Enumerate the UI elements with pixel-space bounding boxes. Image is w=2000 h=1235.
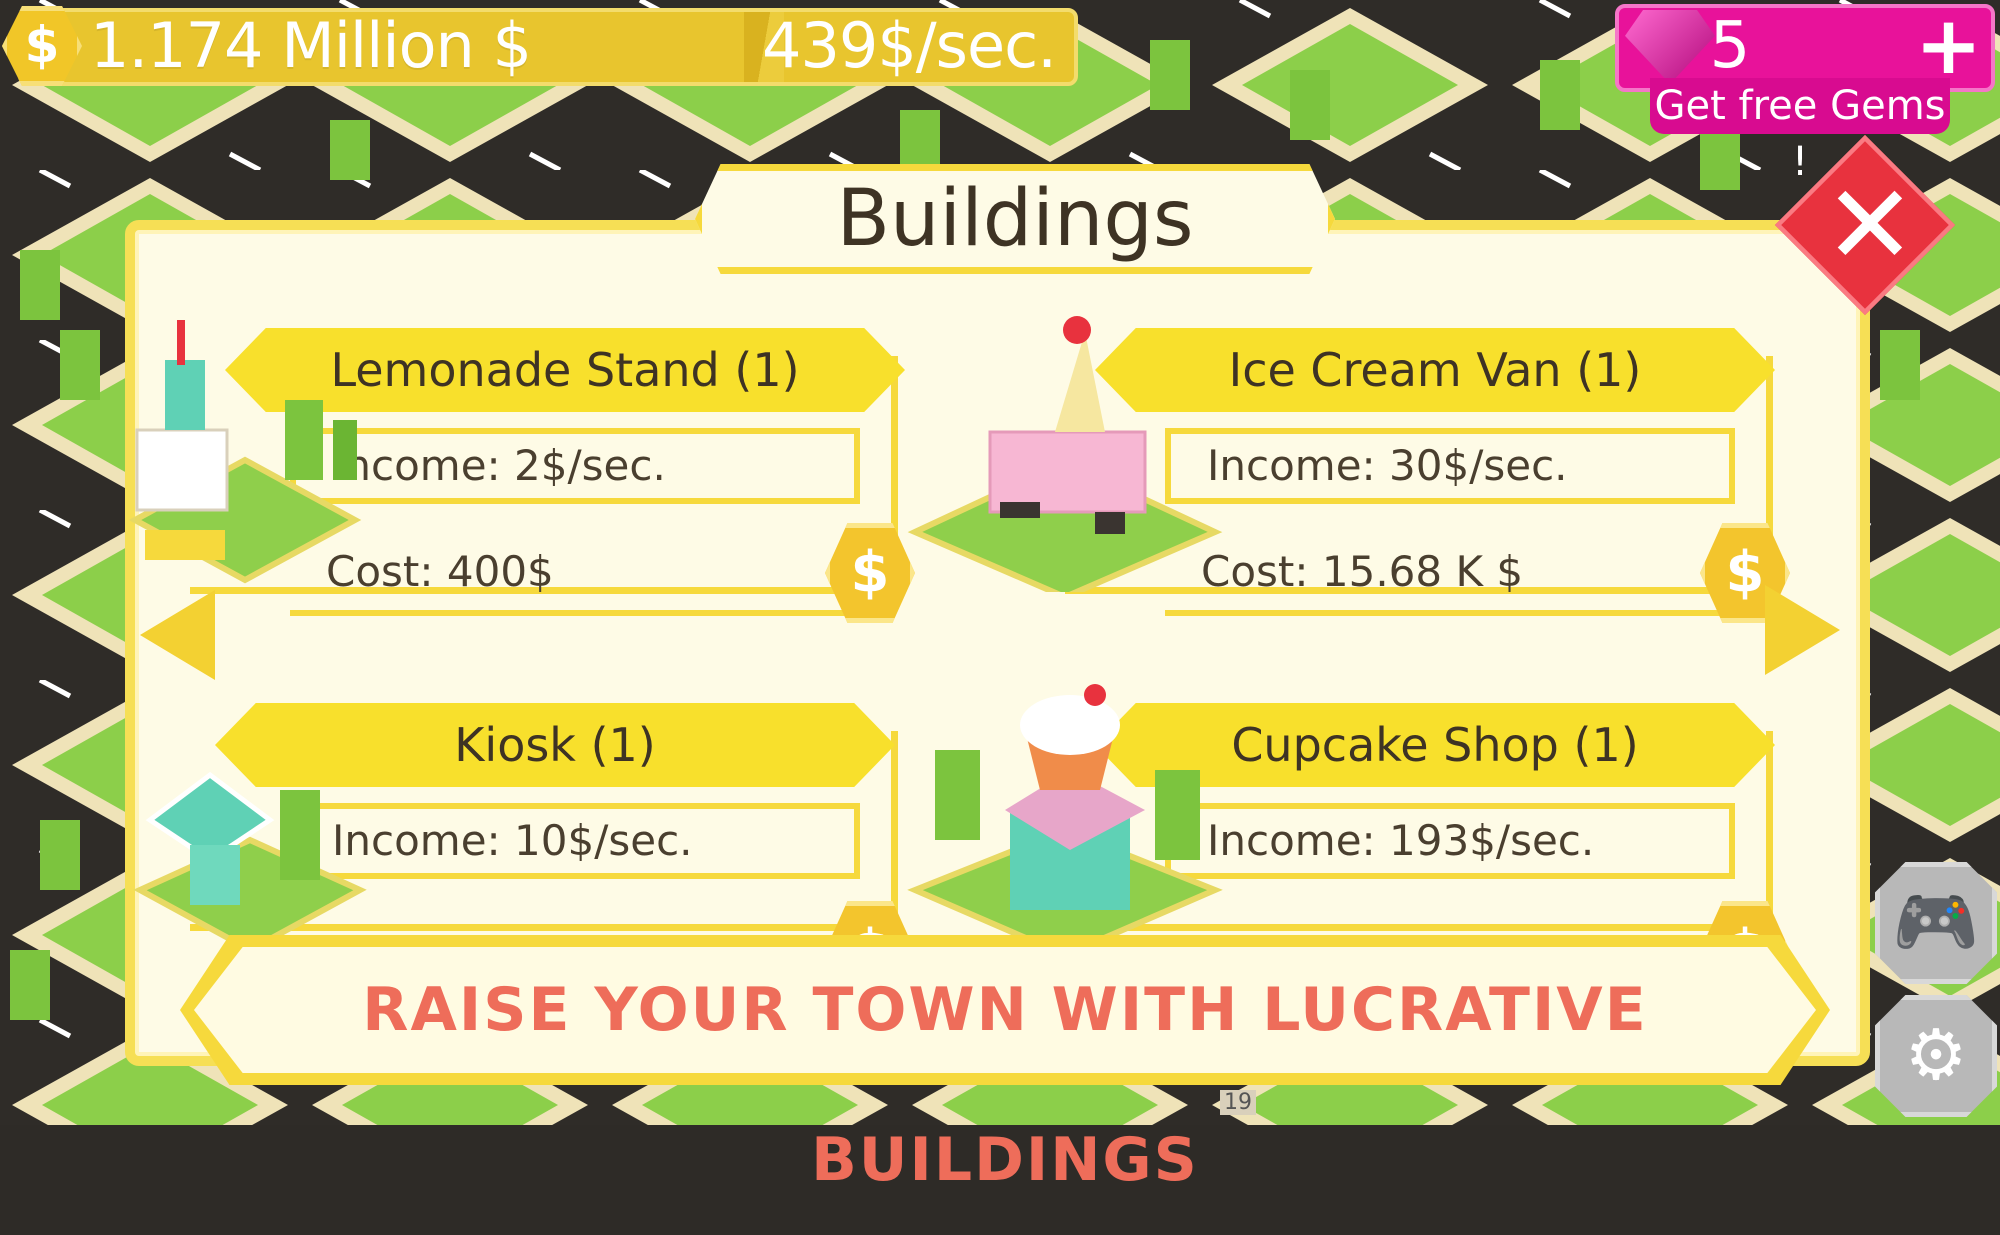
get-free-gems-button[interactable]: Get free Gems ! (1650, 78, 1950, 185)
ice-cream-van-icon (907, 316, 1223, 592)
gems-count: 5 (1709, 9, 1751, 83)
income-rate: 439$/sec. (762, 9, 1057, 82)
lemonade-stand-icon (128, 320, 362, 584)
building-income: Income: 193$/sec. (1165, 803, 1735, 879)
promo-banner-text: RAISE YOUR TOWN WITH LUCRATIVE BUILDINGS (362, 975, 1648, 1195)
add-gems-button[interactable]: + (1915, 6, 1982, 86)
building-cost: Cost: 15.68 K $ (1165, 540, 1735, 616)
panel-title: Buildings (836, 174, 1194, 264)
cupcake-shop-icon (907, 684, 1223, 959)
kiosk-icon (133, 771, 367, 954)
settings-gear-icon[interactable]: ⚙ (1875, 995, 1997, 1117)
building-income: Income: 30$/sec. (1165, 428, 1735, 504)
money-amount: 1.174 Million $ (90, 9, 532, 82)
building-income: Income: 2$/sec. (290, 428, 860, 504)
close-icon[interactable]: ✕ (1815, 170, 1925, 280)
gamepad-icon[interactable]: 🎮 (1875, 862, 1997, 984)
building-income: Income: 10$/sec. (290, 803, 860, 879)
building-cost: Cost: 400$ (290, 540, 860, 616)
map-label: 19 (1220, 1090, 1256, 1115)
